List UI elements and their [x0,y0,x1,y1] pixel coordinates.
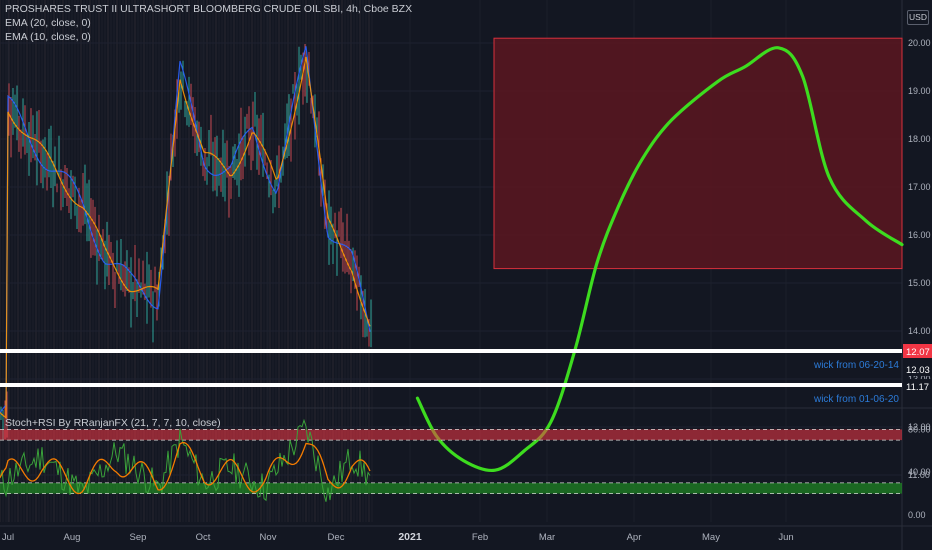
chart-stage[interactable]: wick from 06-20-14wick from 01-06-2021.0… [0,0,932,550]
time-tick-label: Jun [778,532,793,543]
time-tick-label: May [702,532,720,543]
price-tick-label: 20.00 [908,38,931,48]
price-tick-label: 19.00 [908,86,931,96]
time-tick-label: 2021 [398,531,422,543]
indicator-ema-20: EMA (20, close, 0) [5,17,91,29]
currency-badge[interactable]: USD [907,10,929,25]
price-tick-label: 15.00 [908,278,931,288]
support-label: wick from 01-06-20 [813,394,899,405]
indicator-ema-10: EMA (10, close, 0) [5,31,91,43]
oscillator-title: Stoch+RSI By RRanjanFX (21, 7, 7, 10, cl… [5,417,221,429]
support-label: wick from 06-20-14 [813,360,899,371]
oscillator-tick-label: 80.00 [908,424,931,434]
chart-canvas[interactable]: wick from 06-20-14wick from 01-06-2021.0… [0,0,932,550]
time-tick-label: Mar [539,532,555,543]
time-tick-label: Nov [260,532,277,543]
price-tick-label: 17.00 [908,182,931,192]
time-tick-label: Feb [472,532,488,543]
time-tick-label: Apr [627,532,642,543]
price-tick-label: 16.00 [908,230,931,240]
oscillator-tick-label: 40.00 [908,467,931,477]
price-tick-label: 18.00 [908,134,931,144]
legend: PROSHARES TRUST II ULTRASHORT BLOOMBERG … [5,2,412,44]
price-tick-label: 14.00 [908,326,931,336]
oscillator-band [0,482,902,494]
price-tag-label: 11.17 [906,382,929,393]
time-tick-label: Aug [64,532,81,543]
target-zone [493,37,903,270]
time-tick-label: Oct [196,532,211,543]
price-tag-label: 12.07 [906,347,930,358]
oscillator-tick-label: 0.00 [908,510,926,520]
oscillator-band [0,429,902,441]
oscillator-legend: Stoch+RSI By RRanjanFX (21, 7, 7, 10, cl… [5,416,221,430]
chart-title: PROSHARES TRUST II ULTRASHORT BLOOMBERG … [5,3,413,15]
time-tick-label: Sep [130,532,147,543]
time-tick-label: Dec [328,532,345,543]
price-tag-label: 12.03 [906,365,930,376]
time-tick-label: Jul [2,532,14,543]
